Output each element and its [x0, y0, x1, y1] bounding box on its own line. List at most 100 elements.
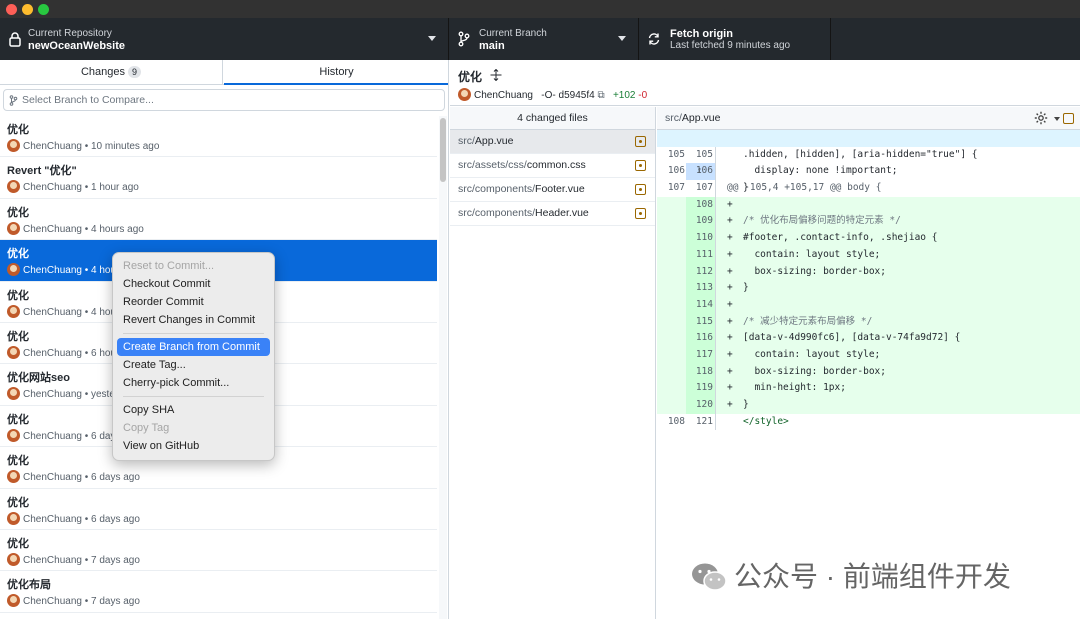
tab-changes[interactable]: Changes 9: [0, 60, 223, 85]
commit-time: 6 days ago: [91, 472, 140, 484]
diff-code: #footer, .contact-info, .shejiao {: [743, 232, 938, 244]
diff-line[interactable]: 114 +: [657, 296, 1080, 314]
minimize-window-button[interactable]: [22, 4, 33, 15]
file-item[interactable]: src/assets/css/common.css: [450, 154, 655, 178]
commit-author: ChenChuang: [23, 554, 82, 566]
commit-row[interactable]: 优化 ChenChuang • 10 minutes ago: [0, 116, 437, 158]
menu-item-reorder-commit[interactable]: Reorder Commit: [117, 293, 270, 311]
zoom-window-button[interactable]: [38, 4, 49, 15]
menu-item-view-on-github[interactable]: View on GitHub: [117, 437, 270, 455]
file-name: App.vue: [474, 135, 514, 147]
file-dir: src/: [458, 135, 475, 147]
diff-line[interactable]: 116 + [data-v-4d990fc6], [data-v-74fa9d72]…: [657, 330, 1080, 347]
commit-row[interactable]: 优化 ChenChuang • 4 hours ago: [0, 199, 437, 241]
diff-sign: +: [727, 265, 733, 277]
sync-icon: [648, 33, 660, 45]
chevron-down-icon: [1054, 117, 1060, 121]
commit-author: ChenChuang: [23, 223, 82, 235]
diff-sign: +: [727, 198, 733, 210]
commit-row[interactable]: 优化 ChenChuang • 6 days ago: [0, 489, 437, 530]
menu-item-copy-tag: Copy Tag: [123, 422, 170, 434]
diff-line[interactable]: 120 +}: [657, 397, 1080, 414]
diff-line[interactable]: 119 + min-height: 1px;: [657, 380, 1080, 397]
commit-row[interactable]: Revert "优化" ChenChuang • 1 hour ago: [0, 157, 437, 199]
file-modified-icon: [635, 184, 646, 195]
file-item[interactable]: src/components/Footer.vue: [450, 178, 655, 202]
changes-count-badge: 9: [128, 66, 142, 78]
commit-meta: ChenChuang • yeste: [7, 387, 115, 401]
commit-summary-header: 优化 ChenChuang -O- d5945f4 ⧉ +102 -0: [450, 60, 1080, 106]
avatar: [7, 263, 20, 277]
diff-header: src/App.vue: [657, 107, 1080, 130]
commit-author: ChenChuang: [23, 389, 82, 401]
tab-history[interactable]: History: [224, 60, 448, 85]
compare-branch-input[interactable]: Select Branch to Compare...: [3, 89, 445, 111]
diff-line[interactable]: 113 +}: [657, 280, 1080, 297]
commit-message: 优化: [7, 206, 29, 219]
avatar: [7, 345, 20, 359]
watermark: 公众号 · 前端组件开发: [690, 555, 1011, 595]
commit-meta: ChenChuang • 6 days ago: [7, 511, 140, 525]
repository-selector[interactable]: Current Repository newOceanWebsite: [0, 18, 449, 60]
diff-line[interactable]: 118 + box-sizing: border-box;: [657, 363, 1080, 381]
copy-icon[interactable]: ⧉: [597, 90, 604, 101]
commit-meta: ChenChuang • 7 days ago: [7, 552, 140, 566]
file-modified-icon: [635, 160, 646, 171]
commit-row[interactable]: 优化布局 ChenChuang • 7 days ago: [0, 571, 437, 613]
diff-line[interactable]: 117 + contain: layout style;: [657, 346, 1080, 364]
diff-hunk-header[interactable]: ↥ @@ -105,4 +105,17 @@ body {: [657, 130, 1080, 193]
diff-line[interactable]: 108 121 </style>: [657, 413, 1080, 431]
diff-file-dir: src/: [665, 112, 682, 124]
diff-sign: +: [727, 298, 733, 310]
commit-list-scrollbar[interactable]: [439, 116, 447, 619]
menu-item-copy-sha[interactable]: Copy SHA: [117, 401, 270, 419]
file-item[interactable]: src/App.vue: [450, 130, 655, 154]
diff-line[interactable]: 109 + /* 优化布局偏移问题的特定元素 */: [657, 213, 1080, 231]
commit-meta: ChenChuang • 6 hou: [7, 345, 116, 359]
avatar: [7, 428, 20, 442]
diff-line[interactable]: 111 + contain: layout style;: [657, 246, 1080, 264]
scrollbar-thumb[interactable]: [440, 118, 446, 182]
menu-item-cherry-pick[interactable]: Cherry-pick Commit...: [117, 374, 270, 392]
commit-meta: ChenChuang • 6 days ago: [7, 470, 140, 484]
fetch-origin-button[interactable]: Fetch origin Last fetched 9 minutes ago: [639, 18, 831, 60]
file-modified-icon: [635, 208, 646, 219]
diff-viewer: src/App.vue ↥ @@ -105,4 +105,17 @@ body …: [657, 107, 1080, 619]
diff-lines: 105 105 .hidden, [hidden], [aria-hidden="t…: [657, 146, 1080, 431]
new-line-number: 115: [686, 313, 716, 331]
commit-detail-author: ChenChuang: [474, 90, 533, 101]
commit-row[interactable]: 优化 ChenChuang • 7 days ago: [0, 530, 437, 572]
diff-line[interactable]: 108 +: [657, 196, 1080, 214]
menu-item-create-tag[interactable]: Create Tag...: [117, 356, 270, 374]
diff-code: </style>: [743, 415, 789, 427]
additions-count: +102: [612, 90, 636, 101]
changed-files-header: 4 changed files: [450, 107, 655, 130]
diff-code: [data-v-4d990fc6], [data-v-74fa9d72] {: [743, 332, 961, 344]
diff-line[interactable]: 112 + box-sizing: border-box;: [657, 263, 1080, 281]
diff-code: }: [743, 282, 749, 294]
expand-icon[interactable]: [490, 69, 502, 81]
file-modified-icon: [1063, 113, 1074, 124]
file-item[interactable]: src/components/Header.vue: [450, 202, 655, 226]
diff-line[interactable]: 107 107}: [657, 180, 1080, 197]
new-line-number: 121: [686, 413, 716, 431]
repository-label: Current Repository: [28, 28, 112, 39]
diff-code: display: none !important;: [743, 165, 898, 177]
diff-line[interactable]: 106 106 display: none !important;: [657, 163, 1080, 181]
diff-line[interactable]: 115 + /* 减少特定元素布局偏移 */: [657, 313, 1080, 331]
new-line-number: 119: [686, 380, 716, 397]
avatar: [7, 304, 20, 318]
menu-item-revert-changes[interactable]: Revert Changes in Commit: [117, 311, 270, 329]
menu-item-create-branch[interactable]: Create Branch from Commit: [117, 338, 270, 356]
gear-icon[interactable]: [1034, 111, 1048, 125]
file-modified-icon: [635, 136, 646, 147]
new-line-number: 109: [686, 213, 716, 231]
diff-line[interactable]: 110 + #footer, .contact-info, .shejiao {: [657, 230, 1080, 247]
menu-item-checkout-commit[interactable]: Checkout Commit: [117, 275, 270, 293]
sidebar-tabs: Changes 9 History: [0, 60, 448, 85]
old-line-number: 108: [667, 415, 685, 427]
branch-selector[interactable]: Current Branch main: [449, 18, 639, 60]
close-window-button[interactable]: [6, 4, 17, 15]
diff-sign: +: [727, 365, 733, 377]
diff-line[interactable]: 105 105 .hidden, [hidden], [aria-hidden="t…: [657, 146, 1080, 164]
